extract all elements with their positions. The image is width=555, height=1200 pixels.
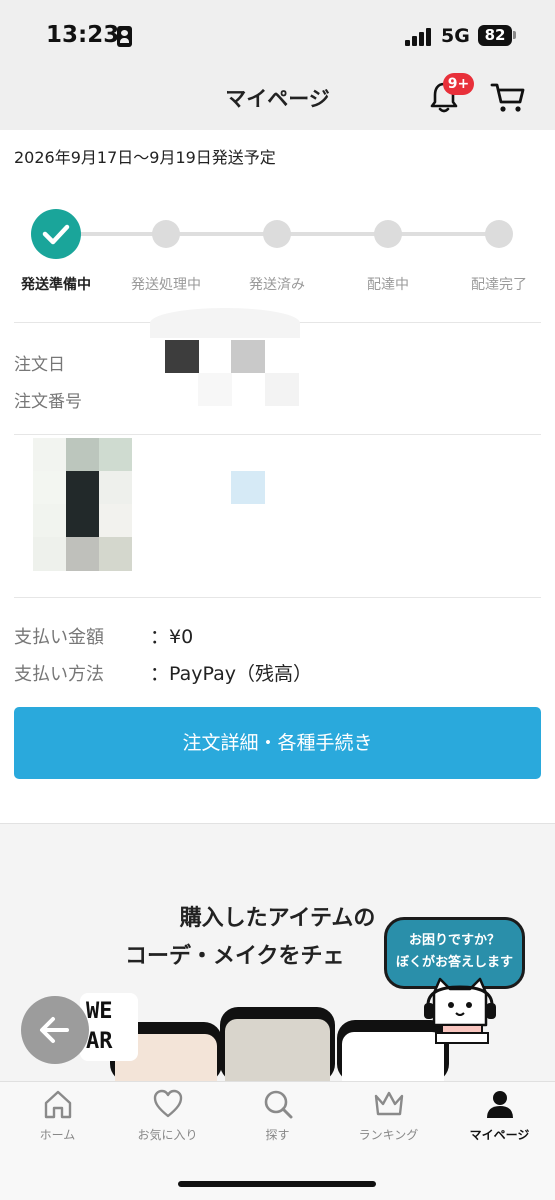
step-label-2: 発送処理中 [131, 277, 201, 293]
step-label-4: 配達中 [367, 277, 409, 293]
nav-home[interactable]: ホーム [2, 1088, 113, 1148]
nav-ranking[interactable]: ランキング [333, 1088, 444, 1148]
payment-amount-value: ：¥0 [150, 626, 194, 648]
payment-amount-label: 支払い金額 [14, 627, 104, 648]
person-badge-icon [117, 26, 132, 47]
step-done-indicator [31, 209, 81, 259]
nav-label: マイページ [469, 1128, 530, 1142]
home-indicator [178, 1181, 376, 1187]
cart-icon[interactable] [490, 80, 526, 114]
step-label-5: 配達完了 [471, 277, 527, 293]
home-icon [44, 1090, 71, 1119]
nav-favorites[interactable]: お気に入り [112, 1088, 223, 1148]
search-icon [264, 1090, 292, 1119]
nav-label: ホーム [39, 1128, 76, 1142]
step-dot-2 [152, 220, 180, 248]
check-icon [42, 224, 70, 245]
battery-icon: 82 [478, 25, 512, 46]
network-type: 5G [441, 25, 470, 47]
item-thumbnail[interactable] [33, 438, 132, 571]
nav-label: お気に入り [137, 1128, 198, 1142]
order-date-label: 注文日 [14, 355, 65, 375]
help-line2: ぼくがお答えします [395, 955, 513, 970]
notification-badge: 9+ [443, 73, 474, 95]
payment-method-label: 支払い方法 [14, 664, 104, 685]
status-time: 13:23 [46, 22, 120, 48]
ship-date: 2026年9月17日〜9月19日発送予定 [14, 148, 276, 167]
signal-icon [405, 28, 435, 46]
nav-mypage[interactable]: マイページ [444, 1088, 555, 1148]
heart-icon [153, 1089, 182, 1118]
order-number-label: 注文番号 [14, 392, 82, 412]
cat-mascot-icon[interactable] [420, 975, 500, 1045]
redacted-order-number [198, 373, 232, 406]
nav-label: 探す [265, 1128, 290, 1142]
arrow-left-icon [40, 1017, 69, 1043]
redacted-item-info [231, 471, 265, 504]
nav-search[interactable]: 探す [222, 1088, 333, 1148]
battery-tip [513, 31, 516, 39]
redacted-order-date [165, 340, 199, 373]
crown-icon [374, 1091, 403, 1116]
promo-title-line2: コーデ・メイクをチェ [125, 944, 345, 969]
step-label-1: 発送準備中 [21, 277, 91, 293]
order-detail-button[interactable]: 注文詳細・各種手続き [14, 707, 541, 779]
redacted-order-date [231, 340, 265, 373]
redacted-area [150, 308, 300, 338]
redacted-order-number [265, 373, 299, 406]
step-dot-4 [374, 220, 402, 248]
divider [14, 434, 541, 435]
step-dot-3 [263, 220, 291, 248]
payment-method-value: ：PayPay（残高） [150, 663, 312, 685]
step-label-3: 発送済み [249, 277, 305, 293]
back-button[interactable] [21, 996, 89, 1064]
nav-label: ランキング [358, 1128, 419, 1142]
help-line1: お困りですか？ [408, 933, 500, 948]
person-icon [486, 1091, 513, 1118]
step-dot-5 [485, 220, 513, 248]
phone-mockup [220, 1007, 335, 1082]
divider [14, 597, 541, 598]
